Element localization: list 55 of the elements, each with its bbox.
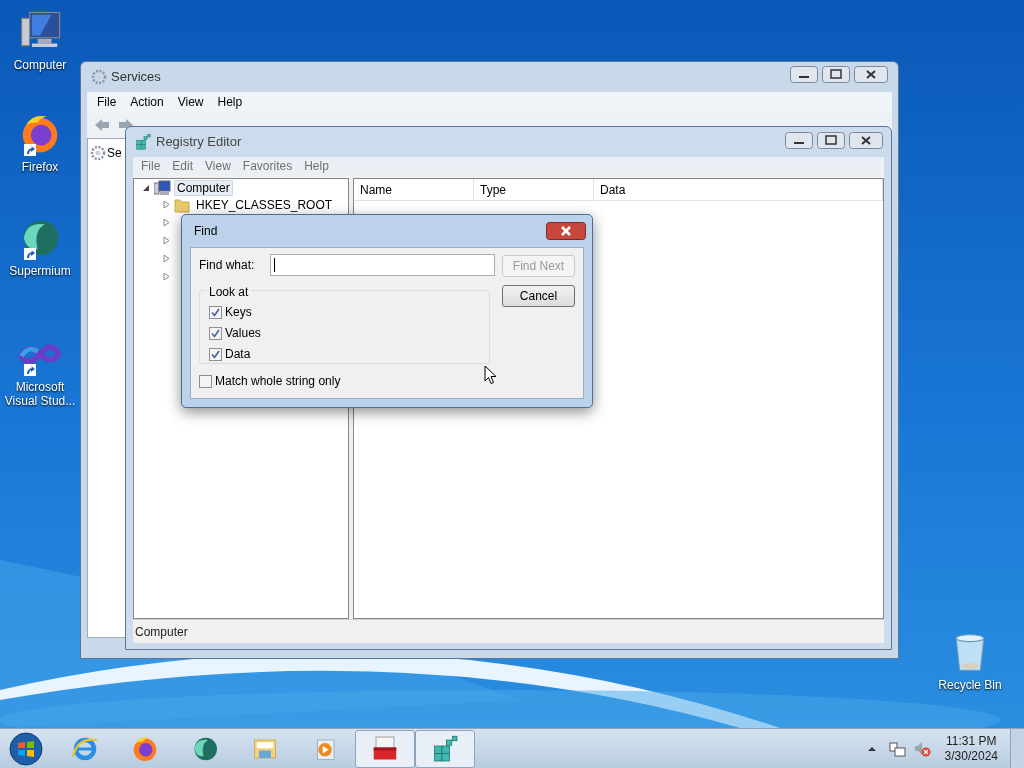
checkbox-label[interactable]: Match whole string only bbox=[215, 372, 341, 390]
menu-item[interactable]: Help bbox=[211, 93, 249, 111]
menu-item[interactable]: View bbox=[199, 157, 237, 175]
show-hidden-icons-button[interactable] bbox=[866, 744, 877, 753]
collapse-arrow-icon[interactable] bbox=[142, 183, 151, 192]
column-header[interactable]: Type bbox=[474, 179, 594, 200]
close-button[interactable] bbox=[854, 65, 888, 83]
desktop-icon-label[interactable]: Supermium bbox=[9, 264, 71, 278]
computer-icon bbox=[154, 179, 171, 196]
taskbar-button[interactable] bbox=[355, 729, 415, 768]
taskbar-button[interactable] bbox=[415, 729, 475, 768]
maximize-button[interactable] bbox=[817, 131, 845, 149]
folder-icon bbox=[174, 196, 190, 213]
dialog-button[interactable]: Cancel bbox=[502, 285, 575, 307]
desktop-icon-label[interactable]: Microsoft Visual Stud... bbox=[0, 380, 80, 408]
close-button[interactable] bbox=[849, 131, 883, 149]
window-title: Registry Editor bbox=[156, 133, 243, 152]
menu-item[interactable]: Help bbox=[298, 157, 335, 175]
close-button[interactable] bbox=[546, 222, 586, 240]
checkbox[interactable] bbox=[209, 326, 222, 340]
start-button[interactable] bbox=[9, 731, 43, 766]
menu-item[interactable]: Favorites bbox=[236, 157, 299, 175]
menu-item[interactable]: View bbox=[171, 93, 210, 111]
cubes-icon bbox=[134, 133, 152, 151]
menu-item[interactable]: Action bbox=[124, 93, 170, 111]
field-label: Find what: bbox=[199, 257, 255, 274]
menu-item[interactable]: File bbox=[91, 93, 123, 111]
checkbox[interactable] bbox=[209, 347, 222, 361]
tree-item[interactable]: Computer bbox=[174, 179, 233, 196]
desktop-icon-label[interactable]: Computer bbox=[13, 58, 67, 72]
status-text: Computer bbox=[135, 623, 188, 641]
desktop-icon-label[interactable]: Firefox bbox=[21, 160, 59, 174]
network-icon[interactable] bbox=[888, 740, 906, 757]
checkbox-label[interactable]: Data bbox=[225, 345, 251, 363]
mouse-pointer-icon bbox=[484, 365, 497, 385]
checkbox-label[interactable]: Values bbox=[225, 324, 261, 342]
desktop-icon-label[interactable]: Recycle Bin bbox=[938, 678, 1002, 692]
tree-item[interactable]: Se bbox=[90, 143, 122, 163]
maximize-button[interactable] bbox=[822, 65, 850, 83]
checkbox-label[interactable]: Keys bbox=[225, 303, 252, 321]
menu-item[interactable]: File bbox=[135, 157, 167, 175]
minimize-button[interactable] bbox=[785, 131, 813, 149]
column-header[interactable]: Data bbox=[594, 179, 883, 200]
expand-arrow-icon[interactable] bbox=[162, 200, 171, 209]
dialog-title: Find bbox=[193, 223, 219, 240]
column-header[interactable]: Name bbox=[354, 179, 474, 200]
tree-item[interactable]: HKEY_CLASSES_ROOT bbox=[193, 196, 336, 213]
clock[interactable]: 11:31 PM 3/30/2024 bbox=[944, 733, 998, 764]
checkbox[interactable] bbox=[209, 305, 222, 319]
find-what-field[interactable] bbox=[270, 254, 496, 276]
menu-item[interactable]: Edit bbox=[166, 157, 200, 175]
minimize-button[interactable] bbox=[790, 65, 818, 83]
speaker-muted-icon[interactable] bbox=[913, 740, 931, 757]
checkbox[interactable] bbox=[199, 374, 212, 388]
window-title: Services bbox=[111, 68, 162, 87]
